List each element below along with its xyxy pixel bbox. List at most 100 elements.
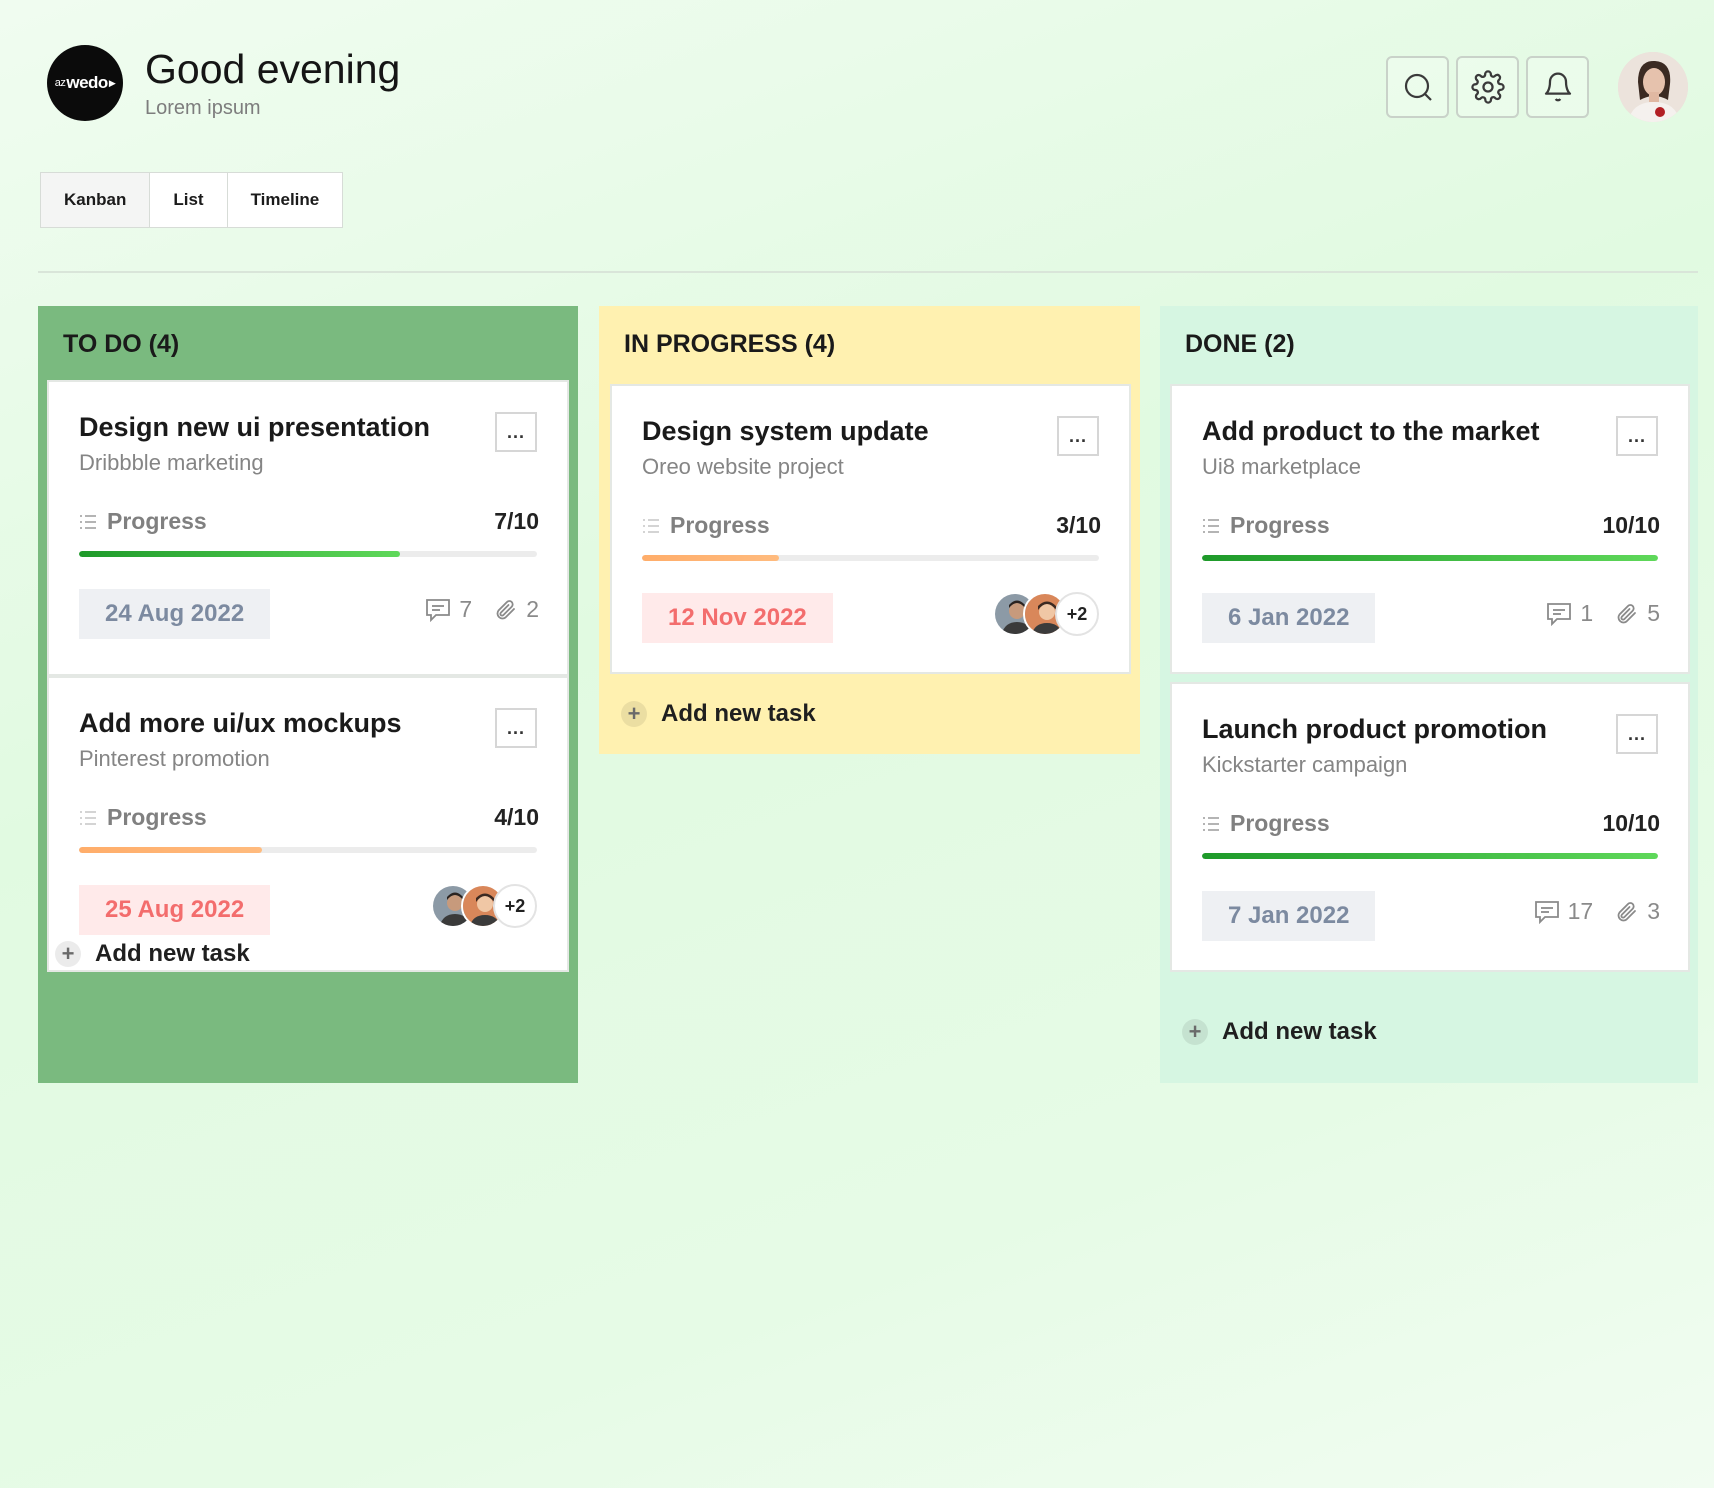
more-options-button[interactable]: ... [1057, 416, 1099, 456]
add-task-label: Add new task [95, 940, 250, 967]
progress-fill [1202, 853, 1658, 859]
due-date: 24 Aug 2022 [79, 589, 271, 639]
logo[interactable]: az wedo ▶ [47, 45, 123, 121]
progress-count: 10/10 [1602, 810, 1660, 836]
attachments-count[interactable]: 2 [494, 596, 539, 623]
page-subtitle: Lorem ipsum [145, 97, 261, 119]
progress-label-text: Progress [1230, 512, 1330, 538]
due-date: 12 Nov 2022 [642, 593, 833, 643]
progress-label: Progress [79, 508, 207, 535]
assignees[interactable]: +2 [993, 592, 1099, 636]
plus-icon: + [1182, 1019, 1208, 1045]
comments-count[interactable]: 7 [425, 596, 472, 623]
tab-timeline[interactable]: Timeline [227, 173, 343, 227]
list-icon [1203, 816, 1219, 831]
user-avatar[interactable] [1618, 52, 1688, 122]
progress-bar [79, 847, 537, 853]
task-subtitle: Pinterest promotion [79, 746, 270, 771]
task-subtitle: Dribbble marketing [79, 450, 264, 475]
extra-members-count: +2 [493, 884, 537, 928]
due-date: 25 Aug 2022 [79, 885, 271, 935]
view-tabs: Kanban List Timeline [40, 172, 344, 228]
add-task-button[interactable]: + Add new task [1182, 1018, 1377, 1046]
column-done: DONE (2) Add product to the market Ui8 m… [1160, 306, 1698, 1083]
comment-icon [1547, 602, 1572, 626]
tab-list[interactable]: List [150, 173, 228, 227]
list-icon [80, 514, 96, 529]
gear-icon [1470, 70, 1505, 104]
add-task-button[interactable]: + Add new task [621, 700, 816, 728]
progress-count: 3/10 [1056, 512, 1101, 538]
more-options-button[interactable]: ... [1616, 714, 1658, 754]
task-title: Add product to the market [1202, 416, 1540, 446]
column-title: DONE (2) [1185, 330, 1295, 358]
task-subtitle: Ui8 marketplace [1202, 454, 1361, 479]
search-button[interactable] [1386, 56, 1449, 118]
task-subtitle: Kickstarter campaign [1202, 752, 1408, 777]
comment-icon [1534, 900, 1559, 924]
attachments-count[interactable]: 5 [1615, 600, 1660, 627]
list-icon [80, 810, 96, 825]
header: az wedo ▶ Good evening Lorem ipsum [0, 0, 1714, 160]
paperclip-icon [496, 599, 516, 619]
task-title: Design system update [642, 416, 929, 446]
progress-bar [1202, 555, 1658, 561]
column-todo: TO DO (4) Design new ui presentation Dri… [38, 306, 578, 1083]
progress-label-text: Progress [107, 508, 207, 534]
progress-label: Progress [642, 512, 770, 539]
task-card[interactable]: Add product to the market Ui8 marketplac… [1170, 384, 1690, 674]
add-task-label: Add new task [661, 700, 816, 727]
list-icon [643, 518, 659, 533]
extra-members-count: +2 [1055, 592, 1099, 636]
task-title: Add more ui/ux mockups [79, 708, 402, 738]
add-task-label: Add new task [1222, 1018, 1377, 1045]
comments-count[interactable]: 1 [1546, 600, 1593, 627]
progress-fill [79, 551, 400, 557]
progress-fill [79, 847, 263, 853]
task-card[interactable]: Add more ui/ux mockups Pinterest promoti… [47, 676, 569, 972]
progress-bar [642, 555, 1099, 561]
task-card[interactable]: Launch product promotion Kickstarter cam… [1170, 682, 1690, 972]
paperclip-icon [1617, 901, 1637, 921]
comments-count[interactable]: 17 [1534, 898, 1594, 925]
progress-bar [79, 551, 537, 557]
task-card[interactable]: Design system update Oreo website projec… [610, 384, 1131, 674]
progress-label: Progress [1202, 512, 1330, 539]
add-task-button[interactable]: + Add new task [55, 940, 250, 968]
progress-count: 4/10 [494, 804, 539, 830]
comments-count-text: 17 [1567, 898, 1594, 924]
notifications-button[interactable] [1526, 56, 1589, 118]
more-options-button[interactable]: ... [495, 708, 537, 748]
tab-kanban[interactable]: Kanban [41, 173, 151, 227]
task-title: Launch product promotion [1202, 714, 1547, 744]
divider [38, 271, 1698, 273]
task-card[interactable]: Design new ui presentation Dribbble mark… [47, 380, 569, 676]
progress-count: 7/10 [494, 508, 539, 534]
task-title: Design new ui presentation [79, 412, 431, 442]
progress-label-text: Progress [107, 804, 207, 830]
task-meta: 7 2 [403, 596, 539, 623]
column-title: IN PROGRESS (4) [624, 330, 836, 358]
logo-prefix: az [54, 77, 66, 89]
more-options-button[interactable]: ... [1616, 416, 1658, 456]
progress-label: Progress [79, 804, 207, 831]
progress-fill [1202, 555, 1658, 561]
comments-count-text: 1 [1580, 600, 1594, 626]
progress-bar [1202, 853, 1658, 859]
more-options-button[interactable]: ... [495, 412, 537, 452]
settings-button[interactable] [1456, 56, 1519, 118]
progress-label-text: Progress [670, 512, 770, 538]
due-date: 7 Jan 2022 [1202, 891, 1376, 941]
assignees[interactable]: +2 [431, 884, 537, 928]
task-subtitle: Oreo website project [642, 454, 844, 479]
comments-count-text: 7 [459, 596, 473, 622]
column-in-progress: IN PROGRESS (4) Design system update Ore… [599, 306, 1140, 754]
due-date: 6 Jan 2022 [1202, 593, 1376, 643]
bell-icon [1544, 72, 1571, 102]
logo-text: wedo [66, 73, 108, 92]
column-title: TO DO (4) [63, 330, 180, 358]
paperclip-icon [1617, 603, 1637, 623]
progress-count: 10/10 [1602, 512, 1660, 538]
progress-label-text: Progress [1230, 810, 1330, 836]
attachments-count[interactable]: 3 [1615, 898, 1660, 925]
